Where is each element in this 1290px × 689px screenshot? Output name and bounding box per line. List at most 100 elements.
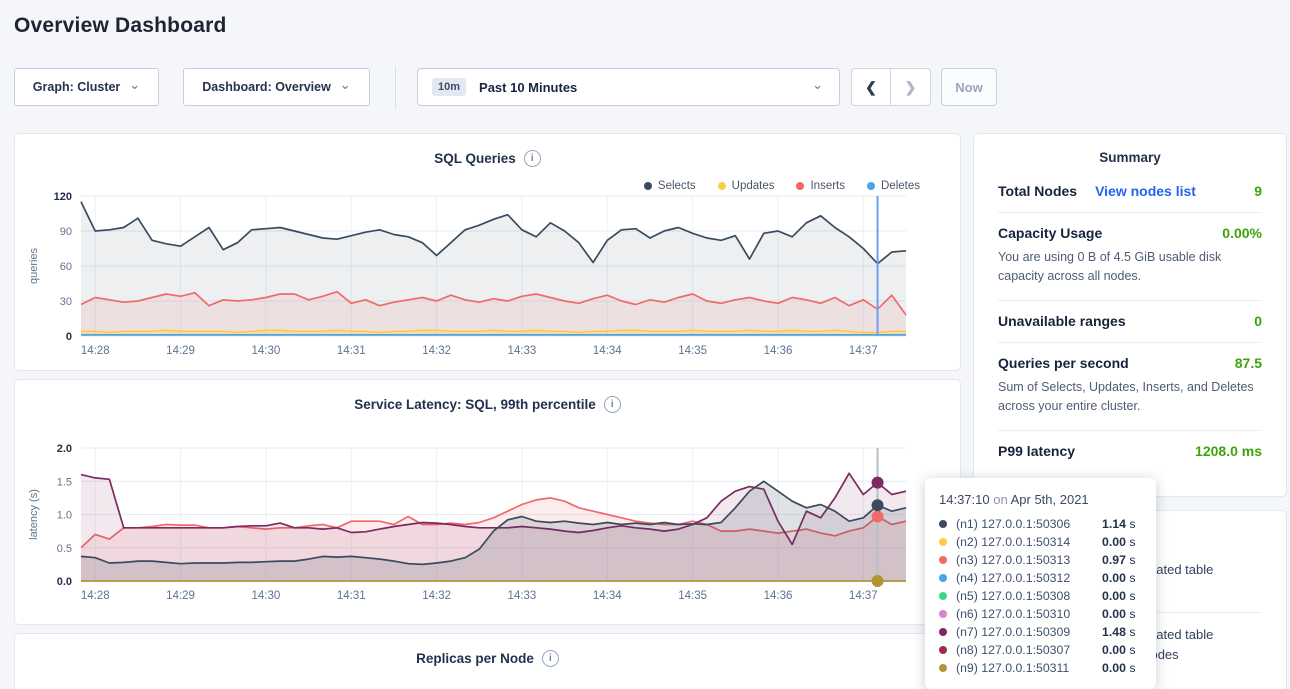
node-address: (n8) 127.0.0.1:50307: [956, 643, 1102, 657]
tooltip-node-row: (n3) 127.0.0.1:503130.97 s: [939, 551, 1142, 569]
svg-text:14:33: 14:33: [508, 590, 537, 602]
summary-title: Summary: [974, 134, 1286, 171]
chevron-down-icon: ⌄: [812, 80, 823, 90]
total-nodes-value: 9: [1254, 183, 1262, 199]
node-latency-value: 0.00 s: [1102, 607, 1142, 621]
svg-text:1.0: 1.0: [57, 510, 72, 522]
queries-per-second-value: 87.5: [1235, 355, 1262, 371]
node-address: (n5) 127.0.0.1:50308: [956, 589, 1102, 603]
total-nodes-label: Total Nodes: [998, 183, 1077, 199]
svg-text:14:34: 14:34: [593, 590, 622, 602]
svg-text:2.0: 2.0: [57, 443, 72, 455]
svg-text:120: 120: [54, 191, 72, 203]
node-address: (n4) 127.0.0.1:50312: [956, 571, 1102, 585]
service-latency-panel: Service Latency: SQL, 99th percentile i …: [14, 379, 961, 625]
svg-text:1.5: 1.5: [57, 476, 72, 488]
node-color-dot: [939, 520, 947, 528]
node-latency-value: 0.00 s: [1102, 535, 1142, 549]
capacity-usage-value: 0.00%: [1222, 225, 1262, 241]
tooltip-node-row: (n2) 127.0.0.1:503140.00 s: [939, 533, 1142, 551]
node-latency-value: 1.48 s: [1102, 625, 1142, 639]
replicas-per-node-panel: Replicas per Node i: [14, 633, 961, 689]
time-range-badge: 10m: [432, 78, 466, 96]
sql-queries-chart[interactable]: 14:2814:2914:3014:3114:3214:3314:3414:35…: [15, 134, 960, 370]
node-latency-value: 0.00 s: [1102, 571, 1142, 585]
unavailable-ranges-label: Unavailable ranges: [998, 313, 1126, 329]
svg-text:14:36: 14:36: [764, 590, 793, 602]
dashboard-dropdown-label: Dashboard: Overview: [202, 80, 331, 94]
node-latency-value: 0.97 s: [1102, 553, 1142, 567]
svg-text:14:28: 14:28: [81, 590, 110, 602]
node-address: (n1) 127.0.0.1:50306: [956, 517, 1102, 531]
page-title: Overview Dashboard: [14, 14, 227, 38]
svg-text:14:36: 14:36: [764, 345, 793, 357]
tooltip-node-row: (n5) 127.0.0.1:503080.00 s: [939, 587, 1142, 605]
time-step-buttons: ❮ ❯: [851, 68, 931, 106]
chart-hover-tooltip: 14:37:10 on Apr 5th, 2021 (n1) 127.0.0.1…: [925, 478, 1156, 689]
node-color-dot: [939, 538, 947, 546]
node-address: (n6) 127.0.0.1:50310: [956, 607, 1102, 621]
sql-queries-panel: SQL Queries i SelectsUpdatesInsertsDelet…: [14, 133, 961, 371]
node-color-dot: [939, 628, 947, 636]
info-icon[interactable]: i: [542, 650, 559, 667]
view-nodes-list-link[interactable]: View nodes list: [1095, 183, 1196, 199]
node-latency-value: 1.14 s: [1102, 517, 1142, 531]
queries-per-second-label: Queries per second: [998, 355, 1129, 371]
node-color-dot: [939, 556, 947, 564]
graph-dropdown[interactable]: Graph: Cluster ⌄: [14, 68, 159, 106]
node-color-dot: [939, 592, 947, 600]
svg-text:0: 0: [66, 331, 72, 343]
node-latency-value: 0.00 s: [1102, 643, 1142, 657]
svg-text:14:31: 14:31: [337, 590, 366, 602]
svg-text:14:34: 14:34: [593, 345, 622, 357]
svg-text:14:29: 14:29: [166, 345, 195, 357]
graph-dropdown-label: Graph: Cluster: [33, 80, 121, 94]
tooltip-node-row: (n1) 127.0.0.1:503061.14 s: [939, 515, 1142, 533]
time-range-dropdown[interactable]: 10m Past 10 Minutes ⌄: [417, 68, 840, 106]
p99-latency-label: P99 latency: [998, 443, 1075, 459]
chevron-down-icon: ⌄: [129, 80, 140, 90]
node-latency-value: 0.00 s: [1102, 589, 1142, 603]
tooltip-node-row: (n4) 127.0.0.1:503120.00 s: [939, 569, 1142, 587]
now-button[interactable]: Now: [941, 68, 997, 106]
tooltip-node-row: (n7) 127.0.0.1:503091.48 s: [939, 623, 1142, 641]
svg-text:14:35: 14:35: [678, 345, 707, 357]
node-address: (n9) 127.0.0.1:50311: [956, 661, 1102, 675]
tooltip-node-row: (n6) 127.0.0.1:503100.00 s: [939, 605, 1142, 623]
svg-text:14:32: 14:32: [422, 345, 451, 357]
summary-card: Summary Total Nodes View nodes list 9 Ca…: [973, 133, 1287, 497]
svg-text:14:29: 14:29: [166, 590, 195, 602]
dashboard-dropdown[interactable]: Dashboard: Overview ⌄: [183, 68, 370, 106]
controls-divider: [395, 66, 396, 108]
svg-text:14:37: 14:37: [849, 345, 878, 357]
unavailable-ranges-value: 0: [1254, 313, 1262, 329]
queries-per-second-desc: Sum of Selects, Updates, Inserts, and De…: [998, 378, 1262, 417]
service-latency-chart[interactable]: 14:2814:2914:3014:3114:3214:3314:3414:35…: [15, 380, 960, 624]
node-address: (n3) 127.0.0.1:50313: [956, 553, 1102, 567]
svg-text:14:32: 14:32: [422, 590, 451, 602]
svg-text:30: 30: [60, 296, 72, 308]
svg-text:14:28: 14:28: [81, 345, 110, 357]
tooltip-node-row: (n8) 127.0.0.1:503070.00 s: [939, 641, 1142, 659]
svg-text:14:30: 14:30: [252, 345, 281, 357]
svg-text:14:33: 14:33: [508, 345, 537, 357]
node-address: (n7) 127.0.0.1:50309: [956, 625, 1102, 639]
svg-text:90: 90: [60, 226, 72, 238]
chevron-down-icon: ⌄: [340, 80, 351, 90]
node-color-dot: [939, 610, 947, 618]
p99-latency-value: 1208.0 ms: [1195, 443, 1262, 459]
time-back-button[interactable]: ❮: [852, 69, 891, 105]
time-range-label: Past 10 Minutes: [479, 80, 577, 95]
node-latency-value: 0.00 s: [1102, 661, 1142, 675]
svg-text:0.5: 0.5: [57, 543, 72, 555]
node-address: (n2) 127.0.0.1:50314: [956, 535, 1102, 549]
replicas-per-node-title: Replicas per Node: [416, 651, 534, 666]
svg-text:queries: queries: [28, 247, 40, 284]
capacity-usage-desc: You are using 0 B of 4.5 GiB usable disk…: [998, 248, 1262, 287]
svg-text:14:37: 14:37: [849, 590, 878, 602]
svg-text:14:35: 14:35: [678, 590, 707, 602]
svg-text:latency (s): latency (s): [28, 489, 40, 540]
svg-text:60: 60: [60, 261, 72, 273]
time-forward-button[interactable]: ❯: [891, 69, 930, 105]
node-color-dot: [939, 646, 947, 654]
